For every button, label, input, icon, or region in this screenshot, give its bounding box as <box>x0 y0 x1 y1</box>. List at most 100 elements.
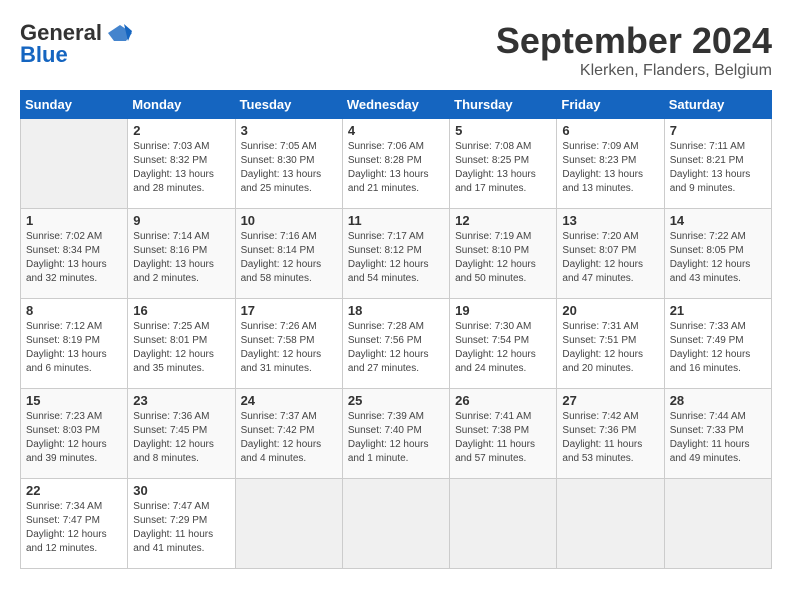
day-detail: Sunrise: 7:41 AMSunset: 7:38 PMDaylight:… <box>455 410 551 466</box>
day-number: 15 <box>26 393 122 408</box>
page-header: General Blue September 2024 Klerken, Fla… <box>20 20 772 80</box>
day-detail: Sunrise: 7:05 AMSunset: 8:30 PMDaylight:… <box>241 140 337 196</box>
calendar-cell: 9 Sunrise: 7:14 AMSunset: 8:16 PMDaylight… <box>128 209 235 299</box>
calendar-table: SundayMondayTuesdayWednesdayThursdayFrid… <box>20 90 772 569</box>
day-number: 25 <box>348 393 444 408</box>
day-detail: Sunrise: 7:08 AMSunset: 8:25 PMDaylight:… <box>455 140 551 196</box>
location: Klerken, Flanders, Belgium <box>496 62 772 80</box>
calendar-cell: 30 Sunrise: 7:47 AMSunset: 7:29 PMDayligh… <box>128 479 235 569</box>
calendar-cell: 12Sunrise: 7:19 AMSunset: 8:10 PMDayligh… <box>450 209 557 299</box>
day-detail: Sunrise: 7:26 AMSunset: 7:58 PMDaylight:… <box>241 320 337 376</box>
day-detail: Sunrise: 7:42 AMSunset: 7:36 PMDaylight:… <box>562 410 658 466</box>
calendar-cell <box>21 119 128 209</box>
day-detail: Sunrise: 7:09 AMSunset: 8:23 PMDaylight:… <box>562 140 658 196</box>
day-number: 10 <box>241 213 337 228</box>
day-detail: Sunrise: 7:25 AMSunset: 8:01 PMDaylight:… <box>133 320 229 376</box>
day-number: 2 <box>133 123 229 138</box>
calendar-cell: 24 Sunrise: 7:37 AMSunset: 7:42 PMDayligh… <box>235 389 342 479</box>
calendar-cell <box>450 479 557 569</box>
calendar-cell: 20Sunrise: 7:31 AMSunset: 7:51 PMDayligh… <box>557 299 664 389</box>
day-detail: Sunrise: 7:23 AMSunset: 8:03 PMDaylight:… <box>26 410 122 466</box>
column-header-monday: Monday <box>128 91 235 119</box>
day-number: 3 <box>241 123 337 138</box>
calendar-cell: 26 Sunrise: 7:41 AMSunset: 7:38 PMDayligh… <box>450 389 557 479</box>
day-detail: Sunrise: 7:36 AMSunset: 7:45 PMDaylight:… <box>133 410 229 466</box>
day-detail: Sunrise: 7:47 AMSunset: 7:29 PMDaylight:… <box>133 500 229 556</box>
day-number: 24 <box>241 393 337 408</box>
day-number: 22 <box>26 483 122 498</box>
calendar-cell: 28Sunrise: 7:44 AMSunset: 7:33 PMDayligh… <box>664 389 771 479</box>
day-number: 8 <box>26 303 122 318</box>
day-detail: Sunrise: 7:17 AMSunset: 8:12 PMDaylight:… <box>348 230 444 286</box>
day-detail: Sunrise: 7:16 AMSunset: 8:14 PMDaylight:… <box>241 230 337 286</box>
day-detail: Sunrise: 7:03 AMSunset: 8:32 PMDaylight:… <box>133 140 229 196</box>
day-detail: Sunrise: 7:02 AMSunset: 8:34 PMDaylight:… <box>26 230 122 286</box>
calendar-week-row: 22 Sunrise: 7:34 AMSunset: 7:47 PMDayligh… <box>21 479 772 569</box>
day-number: 19 <box>455 303 551 318</box>
calendar-cell <box>235 479 342 569</box>
day-detail: Sunrise: 7:30 AMSunset: 7:54 PMDaylight:… <box>455 320 551 376</box>
calendar-week-row: 15 Sunrise: 7:23 AMSunset: 8:03 PMDayligh… <box>21 389 772 479</box>
calendar-cell: 8 Sunrise: 7:12 AMSunset: 8:19 PMDaylight… <box>21 299 128 389</box>
day-detail: Sunrise: 7:14 AMSunset: 8:16 PMDaylight:… <box>133 230 229 286</box>
calendar-cell: 11Sunrise: 7:17 AMSunset: 8:12 PMDayligh… <box>342 209 449 299</box>
day-detail: Sunrise: 7:39 AMSunset: 7:40 PMDaylight:… <box>348 410 444 466</box>
column-header-tuesday: Tuesday <box>235 91 342 119</box>
calendar-cell: 25 Sunrise: 7:39 AMSunset: 7:40 PMDayligh… <box>342 389 449 479</box>
day-number: 9 <box>133 213 229 228</box>
column-header-friday: Friday <box>557 91 664 119</box>
day-detail: Sunrise: 7:06 AMSunset: 8:28 PMDaylight:… <box>348 140 444 196</box>
day-detail: Sunrise: 7:34 AMSunset: 7:47 PMDaylight:… <box>26 500 122 556</box>
day-number: 1 <box>26 213 122 228</box>
day-number: 5 <box>455 123 551 138</box>
calendar-week-row: 2 Sunrise: 7:03 AMSunset: 8:32 PMDaylight… <box>21 119 772 209</box>
calendar-cell: 17Sunrise: 7:26 AMSunset: 7:58 PMDayligh… <box>235 299 342 389</box>
day-detail: Sunrise: 7:22 AMSunset: 8:05 PMDaylight:… <box>670 230 766 286</box>
calendar-cell: 19 Sunrise: 7:30 AMSunset: 7:54 PMDayligh… <box>450 299 557 389</box>
logo-blue: Blue <box>20 42 68 68</box>
calendar-cell: 13Sunrise: 7:20 AMSunset: 8:07 PMDayligh… <box>557 209 664 299</box>
day-detail: Sunrise: 7:37 AMSunset: 7:42 PMDaylight:… <box>241 410 337 466</box>
calendar-cell: 2 Sunrise: 7:03 AMSunset: 8:32 PMDaylight… <box>128 119 235 209</box>
calendar-cell: 15 Sunrise: 7:23 AMSunset: 8:03 PMDayligh… <box>21 389 128 479</box>
day-number: 12 <box>455 213 551 228</box>
day-number: 28 <box>670 393 766 408</box>
day-detail: Sunrise: 7:33 AMSunset: 7:49 PMDaylight:… <box>670 320 766 376</box>
day-number: 26 <box>455 393 551 408</box>
day-number: 20 <box>562 303 658 318</box>
calendar-cell: 23Sunrise: 7:36 AMSunset: 7:45 PMDayligh… <box>128 389 235 479</box>
calendar-cell: 7Sunrise: 7:11 AMSunset: 8:21 PMDaylight… <box>664 119 771 209</box>
calendar-cell: 3 Sunrise: 7:05 AMSunset: 8:30 PMDaylight… <box>235 119 342 209</box>
day-number: 4 <box>348 123 444 138</box>
calendar-cell: 1 Sunrise: 7:02 AMSunset: 8:34 PMDaylight… <box>21 209 128 299</box>
day-number: 27 <box>562 393 658 408</box>
day-number: 30 <box>133 483 229 498</box>
calendar-cell <box>557 479 664 569</box>
column-header-thursday: Thursday <box>450 91 557 119</box>
calendar-week-row: 1 Sunrise: 7:02 AMSunset: 8:34 PMDaylight… <box>21 209 772 299</box>
column-header-wednesday: Wednesday <box>342 91 449 119</box>
day-number: 14 <box>670 213 766 228</box>
logo-icon <box>106 23 134 43</box>
day-detail: Sunrise: 7:28 AMSunset: 7:56 PMDaylight:… <box>348 320 444 376</box>
calendar-header-row: SundayMondayTuesdayWednesdayThursdayFrid… <box>21 91 772 119</box>
calendar-cell: 16Sunrise: 7:25 AMSunset: 8:01 PMDayligh… <box>128 299 235 389</box>
calendar-cell: 14 Sunrise: 7:22 AMSunset: 8:05 PMDayligh… <box>664 209 771 299</box>
calendar-cell: 18Sunrise: 7:28 AMSunset: 7:56 PMDayligh… <box>342 299 449 389</box>
calendar-cell <box>664 479 771 569</box>
month-year: September 2024 <box>496 20 772 62</box>
day-detail: Sunrise: 7:12 AMSunset: 8:19 PMDaylight:… <box>26 320 122 376</box>
calendar-cell: 22 Sunrise: 7:34 AMSunset: 7:47 PMDayligh… <box>21 479 128 569</box>
calendar-cell <box>342 479 449 569</box>
day-number: 21 <box>670 303 766 318</box>
calendar-cell: 5 Sunrise: 7:08 AMSunset: 8:25 PMDaylight… <box>450 119 557 209</box>
column-header-sunday: Sunday <box>21 91 128 119</box>
day-number: 13 <box>562 213 658 228</box>
logo: General Blue <box>20 20 134 68</box>
column-header-saturday: Saturday <box>664 91 771 119</box>
calendar-week-row: 8 Sunrise: 7:12 AMSunset: 8:19 PMDaylight… <box>21 299 772 389</box>
calendar-cell: 4 Sunrise: 7:06 AMSunset: 8:28 PMDaylight… <box>342 119 449 209</box>
calendar-cell: 21 Sunrise: 7:33 AMSunset: 7:49 PMDayligh… <box>664 299 771 389</box>
calendar-cell: 27 Sunrise: 7:42 AMSunset: 7:36 PMDayligh… <box>557 389 664 479</box>
day-detail: Sunrise: 7:11 AMSunset: 8:21 PMDaylight:… <box>670 140 766 196</box>
